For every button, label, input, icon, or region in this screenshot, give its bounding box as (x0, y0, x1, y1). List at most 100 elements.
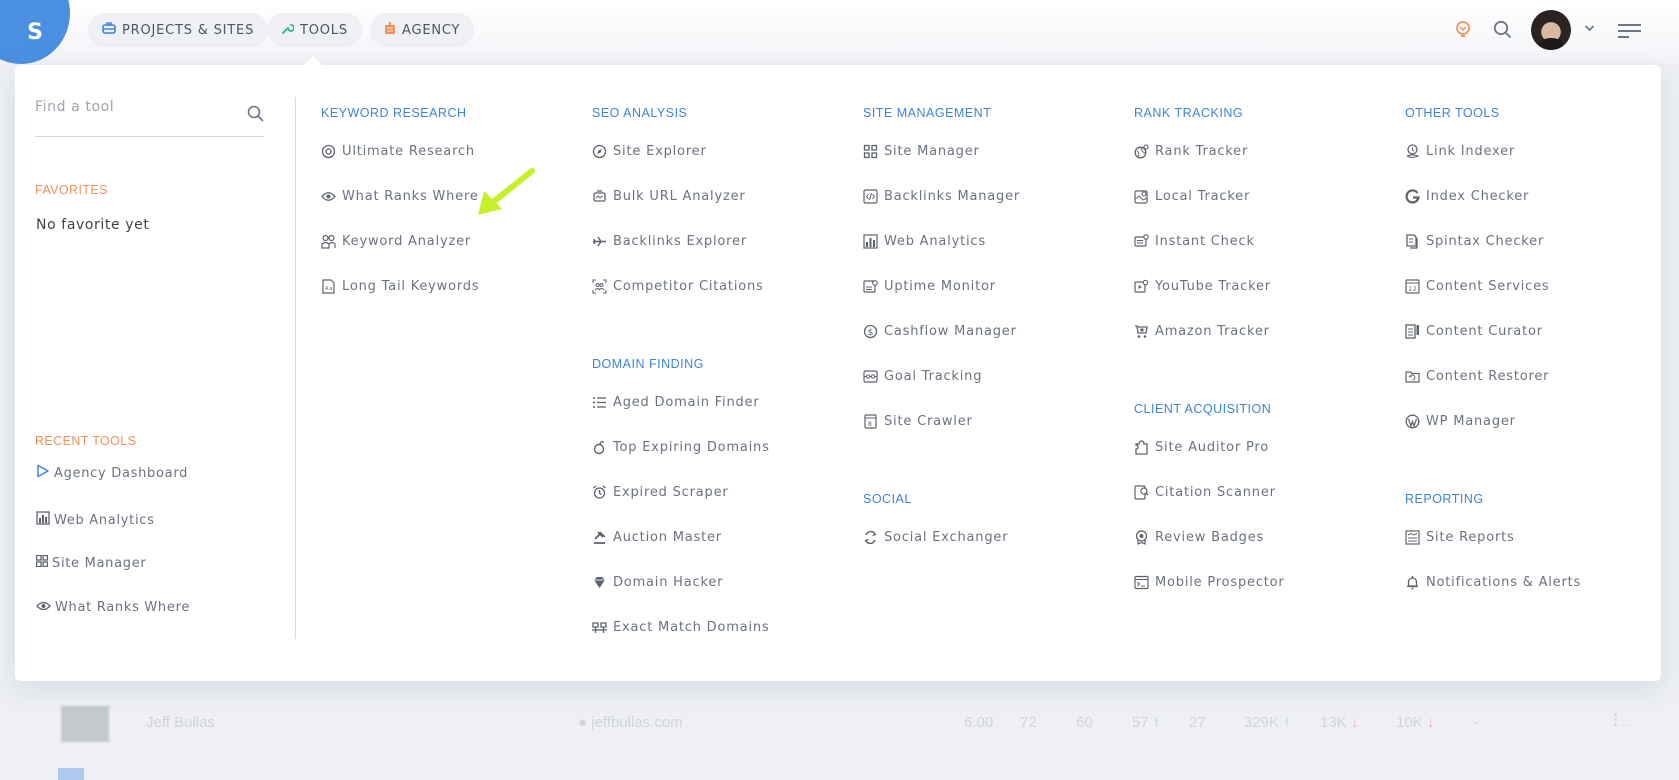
tool-item-spintax-checker[interactable]: Spintax Checker (1405, 234, 1544, 249)
tool-label: Local Tracker (1155, 189, 1251, 204)
tool-column: RANK TRACKING Rank Tracker Local Tracker In… (1134, 65, 1394, 681)
tool-item-site-auditor-pro[interactable]: Site Auditor Pro (1134, 440, 1269, 455)
logo-letter: S (27, 19, 43, 45)
tool-label: WP Manager (1426, 414, 1516, 429)
find-tool-input[interactable] (35, 97, 215, 115)
tool-column: SITE MANAGEMENT Site Manager Backlinks Man… (863, 65, 1123, 681)
gavel-icon (592, 530, 607, 545)
tool-item-rank-tracker[interactable]: Rank Tracker (1134, 144, 1248, 159)
tool-item-youtube-tracker[interactable]: YouTube Tracker (1134, 279, 1271, 294)
recent-item-web-analytics[interactable]: Web Analytics (36, 511, 155, 529)
metric-value: 13K ↓ (1320, 714, 1358, 731)
category-heading: CLIENT ACQUISITION (1134, 402, 1272, 416)
table-row[interactable]: Jeff Bullas ● jeffbullas.com 6.00 72 60 … (0, 690, 1679, 755)
nav-label: PROJECTS & SITES (122, 22, 255, 38)
tool-label: Notifications & Alerts (1426, 575, 1582, 590)
favicon-icon: ● (578, 714, 592, 731)
more-label: ... (1622, 718, 1631, 729)
site-domain-link[interactable]: ● jeffbullas.com (578, 714, 683, 731)
tool-item-site-explorer[interactable]: Site Explorer (592, 144, 707, 159)
arrow-down-icon: ↓ (1350, 714, 1359, 731)
dollar-circle-icon: $ (863, 324, 878, 339)
tool-item-mobile-prospector[interactable]: Mobile Prospector (1134, 575, 1285, 590)
bell-icon (1405, 575, 1420, 590)
tool-label: Bulk URL Analyzer (613, 189, 746, 204)
recent-item-agency-dashboard[interactable]: Agency Dashboard (36, 464, 188, 482)
tool-item-index-checker[interactable]: Index Checker (1405, 189, 1529, 204)
menu-icon[interactable] (1618, 23, 1641, 39)
tool-item-backlinks-explorer[interactable]: Backlinks Explorer (592, 234, 747, 249)
tool-item-competitor-citations[interactable]: Competitor Citations (592, 279, 764, 294)
tool-label: Keyword Analyzer (342, 234, 472, 249)
tool-item-content-restorer[interactable]: Content Restorer (1405, 369, 1549, 384)
tool-item-content-services[interactable]: 12 Content Services (1405, 279, 1549, 294)
recent-item-site-manager[interactable]: Site Manager (35, 554, 146, 571)
bomb-icon (592, 440, 607, 455)
row-actions-kebab-icon[interactable]: ⋮ (1608, 710, 1623, 728)
tool-label: Cashflow Manager (884, 324, 1017, 339)
tool-item-what-ranks-where[interactable]: What Ranks Where (321, 189, 479, 204)
tool-item-link-indexer[interactable]: Link Indexer (1405, 144, 1515, 159)
search-icon[interactable] (247, 105, 264, 126)
metric-value: 6.00 (964, 714, 994, 731)
at-circle-icon (321, 144, 336, 159)
tool-item-review-badges[interactable]: Review Badges (1134, 530, 1264, 545)
nav-agency[interactable]: AGENCY (370, 13, 475, 47)
tool-item-site-reports[interactable]: Site Reports (1405, 530, 1515, 545)
nav-projects-sites[interactable]: PROJECTS & SITES (88, 13, 269, 47)
tool-item-social-exchanger[interactable]: Social Exchanger (863, 530, 1008, 545)
app-logo[interactable]: S (0, 0, 70, 64)
tool-item-expired-scraper[interactable]: Expired Scraper (592, 485, 729, 500)
wordpress-icon (1405, 414, 1420, 429)
tool-item-site-manager[interactable]: Site Manager (863, 144, 980, 159)
search-icon[interactable] (1493, 20, 1512, 39)
nav-tools[interactable]: TOOLS (267, 13, 362, 47)
recent-item-what-ranks-where[interactable]: What Ranks Where (36, 600, 190, 615)
tool-item-instant-check[interactable]: Instant Check (1134, 234, 1255, 249)
tool-label: Goal Tracking (884, 369, 983, 384)
tool-item-keyword-analyzer[interactable]: Keyword Analyzer (321, 234, 471, 249)
briefcase-icon (102, 22, 116, 38)
tool-label: Top Expiring Domains (613, 440, 770, 455)
metric-value: 329K ↑ (1244, 714, 1291, 731)
recent-item-label: Web Analytics (54, 512, 155, 528)
favorites-empty-text: No favorite yet (36, 217, 150, 233)
tool-item-ultimate-research[interactable]: Ultimate Research (321, 144, 475, 159)
tool-label: Spintax Checker (1426, 234, 1545, 249)
avatar[interactable] (1531, 10, 1571, 50)
tool-item-backlinks-manager[interactable]: Backlinks Manager (863, 189, 1020, 204)
building-icon (384, 21, 396, 39)
tool-item-exact-match-domains[interactable]: Exact Match Domains (592, 620, 769, 635)
tool-item-uptime-monitor[interactable]: Uptime Monitor (863, 279, 996, 294)
tool-item-web-analytics[interactable]: Web Analytics (863, 234, 986, 249)
metric-value: 57 ↑ (1132, 714, 1160, 731)
tool-item-domain-hacker[interactable]: Domain Hacker (592, 575, 723, 590)
tool-item-local-tracker[interactable]: Local Tracker (1134, 189, 1250, 204)
tool-label: Competitor Citations (613, 279, 764, 294)
tool-item-notifications-alerts[interactable]: Notifications & Alerts (1405, 575, 1581, 590)
tool-item-long-tail-keywords[interactable]: Aa Long Tail Keywords (321, 279, 479, 294)
tool-item-amazon-tracker[interactable]: Amazon Tracker (1134, 324, 1270, 339)
tool-item-wp-manager[interactable]: WP Manager (1405, 414, 1516, 429)
tool-item-citation-scanner[interactable]: Citation Scanner (1134, 485, 1276, 500)
chevron-down-icon[interactable] (1584, 24, 1595, 32)
tool-item-content-curator[interactable]: Content Curator (1405, 324, 1543, 339)
scanner-icon (1134, 485, 1149, 500)
tool-item-top-expiring-domains[interactable]: Top Expiring Domains (592, 440, 770, 455)
category-heading: DOMAIN FINDING (592, 357, 704, 371)
plane-icon (592, 234, 607, 249)
tool-item-cashflow-manager[interactable]: $ Cashflow Manager (863, 324, 1017, 339)
lightbulb-icon[interactable] (1455, 21, 1471, 39)
tool-item-auction-master[interactable]: Auction Master (592, 530, 722, 545)
tool-label: Citation Scanner (1155, 485, 1276, 500)
tool-label: Review Badges (1155, 530, 1265, 545)
metric-value: 60 (1076, 714, 1093, 731)
tool-item-bulk-url-analyzer[interactable]: Bulk URL Analyzer (592, 189, 746, 204)
tool-label: YouTube Tracker (1155, 279, 1271, 294)
tool-item-goal-tracking[interactable]: Goal Tracking (863, 369, 982, 384)
arrow-up-icon: ↑ (1152, 714, 1161, 731)
tool-item-aged-domain-finder[interactable]: Aged Domain Finder (592, 395, 759, 410)
domain-text: jeffbullas.com (591, 714, 683, 731)
robot-icon (592, 189, 607, 204)
tool-item-site-crawler[interactable]: 8 Site Crawler (863, 414, 973, 429)
